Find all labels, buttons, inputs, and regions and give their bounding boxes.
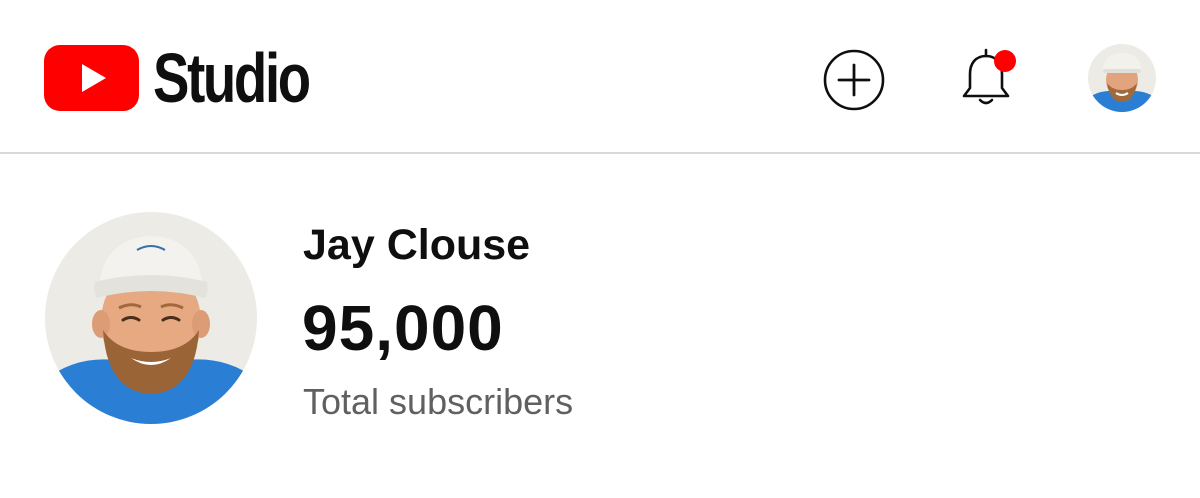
avatar-photo-icon bbox=[1088, 44, 1156, 112]
channel-name: Jay Clouse bbox=[303, 221, 531, 269]
create-button[interactable] bbox=[822, 48, 886, 112]
bell-icon bbox=[962, 48, 1016, 105]
youtube-logo-icon bbox=[44, 45, 139, 111]
channel-summary-card: Jay Clouse 95,000 Total subscribers bbox=[0, 156, 1200, 498]
notifications-button[interactable] bbox=[956, 44, 1022, 112]
account-avatar[interactable] bbox=[1088, 44, 1156, 112]
subscriber-count-label: Total subscribers bbox=[303, 381, 574, 422]
notification-badge bbox=[994, 50, 1016, 72]
studio-wordmark: Studio bbox=[153, 39, 311, 117]
channel-avatar[interactable] bbox=[45, 212, 257, 424]
channel-photo-icon bbox=[45, 212, 257, 424]
subscriber-count: 95,000 bbox=[302, 292, 504, 364]
studio-logo[interactable]: Studio bbox=[44, 39, 353, 117]
plus-circle-icon bbox=[823, 49, 885, 111]
top-app-bar: Studio bbox=[0, 0, 1200, 154]
youtube-studio-app: Studio Jay Clouse 95,000 Total subscribe… bbox=[0, 0, 1200, 498]
